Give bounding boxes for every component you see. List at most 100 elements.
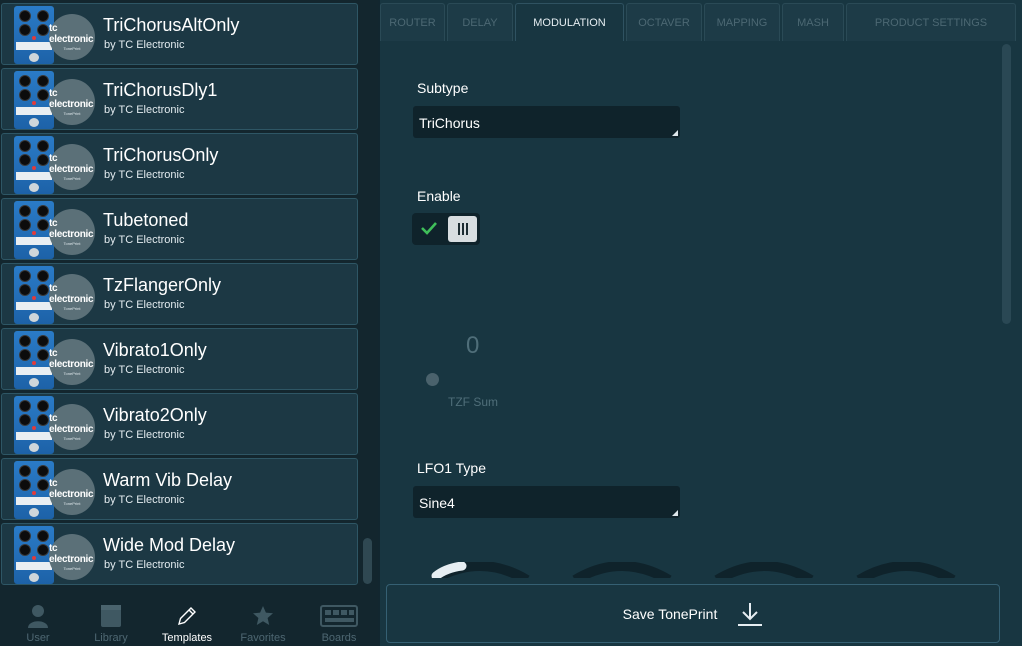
template-card[interactable]: tc electronic TonePrint TriChorusDly1 by TC… bbox=[1, 68, 358, 130]
nav-label-favorites: Favorites bbox=[240, 632, 286, 644]
template-author: by TC Electronic bbox=[104, 364, 185, 376]
nav-label-library: Library bbox=[94, 632, 128, 644]
template-author: by TC Electronic bbox=[104, 559, 185, 571]
template-author: by TC Electronic bbox=[104, 104, 185, 116]
brand-logo-text: tc electronic bbox=[49, 23, 94, 45]
brand-logo-text: tc electronic bbox=[49, 478, 94, 500]
nav-label-templates: Templates bbox=[161, 632, 213, 644]
template-card[interactable]: tc electronic TonePrint Warm Vib Delay by T… bbox=[1, 458, 358, 520]
brand-logo-text: tc electronic bbox=[49, 218, 94, 240]
tab-modulation[interactable]: MODULATION bbox=[515, 3, 624, 41]
template-title: Vibrato1Only bbox=[103, 340, 207, 360]
editor-panel: ROUTER DELAY MODULATION OCTAVER MAPPING … bbox=[380, 0, 1022, 646]
brand-logo-sub: TonePrint bbox=[63, 436, 81, 441]
template-author: by TC Electronic bbox=[104, 169, 185, 181]
tab-mapping[interactable]: MAPPING bbox=[704, 3, 780, 41]
template-title: TriChorusOnly bbox=[103, 145, 219, 165]
nav-library[interactable]: Library bbox=[73, 592, 149, 646]
template-author: by TC Electronic bbox=[104, 494, 185, 506]
pedal-thumbnail-icon bbox=[14, 331, 54, 389]
nav-label-boards: Boards bbox=[321, 632, 357, 644]
brand-logo-text: tc electronic bbox=[49, 153, 94, 175]
tzf-sum-knob[interactable] bbox=[426, 373, 439, 386]
user-icon bbox=[28, 604, 48, 628]
pedal-thumbnail-icon bbox=[14, 136, 54, 194]
save-toneprint-button[interactable]: Save TonePrint bbox=[386, 584, 1000, 643]
download-icon bbox=[737, 601, 763, 627]
effect-tabs: ROUTER DELAY MODULATION OCTAVER MAPPING … bbox=[380, 3, 1022, 41]
pedal-thumbnail-icon bbox=[14, 461, 54, 519]
template-author: by TC Electronic bbox=[104, 234, 185, 246]
pedal-thumbnail-icon bbox=[14, 526, 54, 584]
brand-logo-sub: TonePrint bbox=[63, 371, 81, 376]
brand-logo: tc electronic TonePrint bbox=[49, 14, 95, 60]
nav-boards[interactable]: Boards bbox=[301, 592, 377, 646]
list-scrollbar[interactable] bbox=[363, 538, 372, 584]
brand-logo: tc electronic TonePrint bbox=[49, 339, 95, 385]
lfo1-type-select[interactable]: Sine4 bbox=[413, 486, 680, 518]
checkmark-icon bbox=[420, 219, 438, 242]
brand-logo-sub: TonePrint bbox=[63, 566, 81, 571]
brand-logo-sub: TonePrint bbox=[63, 241, 81, 246]
brand-logo-sub: TonePrint bbox=[63, 306, 81, 311]
enable-label: Enable bbox=[417, 188, 461, 204]
template-author: by TC Electronic bbox=[104, 299, 185, 311]
template-author: by TC Electronic bbox=[104, 39, 185, 51]
brand-logo-text: tc electronic bbox=[49, 283, 94, 305]
brand-logo: tc electronic TonePrint bbox=[49, 209, 95, 255]
subtype-label: Subtype bbox=[417, 80, 469, 96]
lfo1-type-label: LFO1 Type bbox=[417, 460, 487, 476]
brand-logo-sub: TonePrint bbox=[63, 111, 81, 116]
template-card[interactable]: tc electronic TonePrint Tubetoned by TC Ele… bbox=[1, 198, 358, 260]
enable-toggle[interactable] bbox=[412, 213, 480, 245]
brand-logo: tc electronic TonePrint bbox=[49, 144, 95, 190]
brand-logo-sub: TonePrint bbox=[63, 46, 81, 51]
pedalboard-icon bbox=[320, 604, 358, 628]
template-card[interactable]: tc electronic TonePrint Vibrato2Only by TC … bbox=[1, 393, 358, 455]
brand-logo: tc electronic TonePrint bbox=[49, 404, 95, 450]
brand-logo-text: tc electronic bbox=[49, 543, 94, 565]
template-author: by TC Electronic bbox=[104, 429, 185, 441]
brand-logo: tc electronic TonePrint bbox=[49, 469, 95, 515]
tzf-sum-label: TZF Sum bbox=[448, 395, 498, 409]
brand-logo: tc electronic TonePrint bbox=[49, 274, 95, 320]
template-card[interactable]: tc electronic TonePrint TriChorusOnly by TC… bbox=[1, 133, 358, 195]
tab-delay[interactable]: DELAY bbox=[447, 3, 513, 41]
pedal-thumbnail-icon bbox=[14, 266, 54, 324]
template-title: TriChorusDly1 bbox=[103, 80, 218, 100]
dropdown-corner-icon bbox=[672, 130, 678, 136]
tab-product-settings[interactable]: PRODUCT SETTINGS bbox=[846, 3, 1016, 41]
pencil-icon bbox=[176, 604, 198, 628]
template-title: Tubetoned bbox=[103, 210, 189, 230]
template-card[interactable]: tc electronic TonePrint Vibrato1Only by TC … bbox=[1, 328, 358, 390]
template-title: Wide Mod Delay bbox=[103, 535, 236, 555]
tzf-sum-value: 0 bbox=[466, 332, 480, 359]
bottom-navigation: User Library Templates Favorites Boards bbox=[0, 592, 378, 646]
template-title: TriChorusAltOnly bbox=[103, 15, 240, 35]
tab-router[interactable]: ROUTER bbox=[380, 3, 445, 41]
app-window: tc electronic TonePrint TriChorusAltOnly by… bbox=[0, 0, 1022, 646]
nav-label-user: User bbox=[26, 632, 50, 644]
subtype-select[interactable]: TriChorus bbox=[413, 106, 680, 138]
tab-mash[interactable]: MASH bbox=[782, 3, 844, 41]
save-toneprint-label: Save TonePrint bbox=[622, 605, 718, 622]
template-card[interactable]: tc electronic TonePrint TzFlangerOnly by TC… bbox=[1, 263, 358, 325]
subtype-value: TriChorus bbox=[419, 115, 480, 131]
template-card[interactable]: tc electronic TonePrint Wide Mod Delay by T… bbox=[1, 523, 358, 585]
tab-octaver[interactable]: OCTAVER bbox=[626, 3, 702, 41]
toggle-handle-grip-icon[interactable] bbox=[448, 216, 477, 242]
template-title: Vibrato2Only bbox=[103, 405, 207, 425]
brand-logo: tc electronic TonePrint bbox=[49, 79, 95, 125]
nav-favorites[interactable]: Favorites bbox=[225, 592, 301, 646]
template-card[interactable]: tc electronic TonePrint TriChorusAltOnly by… bbox=[1, 3, 358, 65]
nav-user[interactable]: User bbox=[0, 592, 76, 646]
pedal-thumbnail-icon bbox=[14, 6, 54, 64]
nav-templates[interactable]: Templates bbox=[149, 592, 225, 646]
dropdown-corner-icon bbox=[672, 510, 678, 516]
lfo1-type-value: Sine4 bbox=[419, 495, 455, 511]
editor-scrollbar[interactable] bbox=[1002, 44, 1011, 324]
brand-logo-text: tc electronic bbox=[49, 348, 94, 370]
brand-logo: tc electronic TonePrint bbox=[49, 534, 95, 580]
brand-logo-text: tc electronic bbox=[49, 413, 94, 435]
templates-panel: tc electronic TonePrint TriChorusAltOnly by… bbox=[0, 0, 378, 646]
